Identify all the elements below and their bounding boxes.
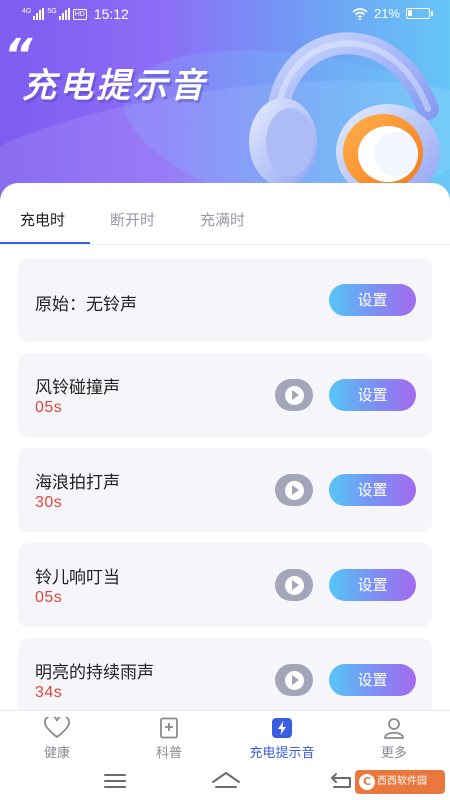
hd-badge: HD [72,8,87,20]
sound-duration: 34s [35,684,63,701]
signal-icon: 4G [22,8,45,20]
nav-label: 健康 [43,746,70,761]
nav-health[interactable]: 健康 [12,717,102,761]
lightning-icon [272,718,292,738]
sound-duration: 05s [35,589,63,606]
menu-icon[interactable] [104,774,126,792]
list-item: 铃儿响叮当 05s 设置 [18,543,432,627]
tab-full[interactable]: 充满时 [200,209,245,230]
tab-disconnected[interactable]: 断开时 [110,209,155,230]
watermark-logo-icon: C [359,774,375,790]
sound-name: 原始：无铃声 [35,295,137,315]
set-button[interactable]: 设置 [329,284,416,316]
set-button[interactable]: 设置 [329,664,416,696]
site-watermark: C 西西软件园 [355,770,445,794]
sound-name: 海浪拍打声 [35,473,120,493]
home-icon[interactable] [211,770,241,790]
divider [0,244,450,245]
status-time: 15:12 [93,6,129,22]
set-button[interactable]: 设置 [329,379,416,411]
list-item: 原始：无铃声 设置 [18,258,432,342]
sound-duration: 30s [35,494,63,511]
tab-charging[interactable]: 充电时 [20,209,65,230]
back-icon[interactable] [330,771,354,791]
play-button[interactable] [275,379,313,411]
sound-duration: 05s [35,399,63,416]
play-icon [284,670,304,690]
set-button[interactable]: 设置 [329,569,416,601]
list-item: 风铃碰撞声 05s 设置 [18,353,432,437]
sound-name: 铃儿响叮当 [35,568,120,588]
nav-label: 科普 [155,746,182,761]
bottom-tab-bar: 健康 科普 充电提示音 更多 [0,710,450,762]
header-banner: 4G 5G HD 15:12 21% “ 充电提示音 [0,0,450,205]
play-button[interactable] [275,569,313,601]
nav-science[interactable]: 科普 [124,717,214,761]
nav-more[interactable]: 更多 [349,717,439,761]
tab-bar: 充电时 断开时 充满时 [0,209,450,245]
nav-label: 充电提示音 [249,746,315,761]
sound-name: 明亮的持续雨声 [35,663,154,683]
sound-name: 风铃碰撞声 [35,378,120,398]
heart-icon [44,717,70,739]
list-item: 海浪拍打声 30s 设置 [18,448,432,532]
play-icon [284,385,304,405]
play-button[interactable] [275,664,313,696]
play-icon [284,575,304,595]
signal-icon: 5G [47,8,70,20]
play-button[interactable] [275,474,313,506]
watermark-text: 西西软件园 [377,776,427,787]
play-icon [284,480,304,500]
headphones-illustration [249,32,440,200]
nav-label: 更多 [380,746,407,761]
book-icon [160,717,178,739]
page-title: 充电提示音 [22,66,207,106]
set-button[interactable]: 设置 [329,474,416,506]
main-panel: 充电时 断开时 充满时 原始：无铃声 设置 风铃碰撞声 05s 设置 海浪拍打声… [0,183,450,722]
person-icon [384,718,404,739]
nav-charging-sound[interactable]: 充电提示音 [237,717,327,761]
